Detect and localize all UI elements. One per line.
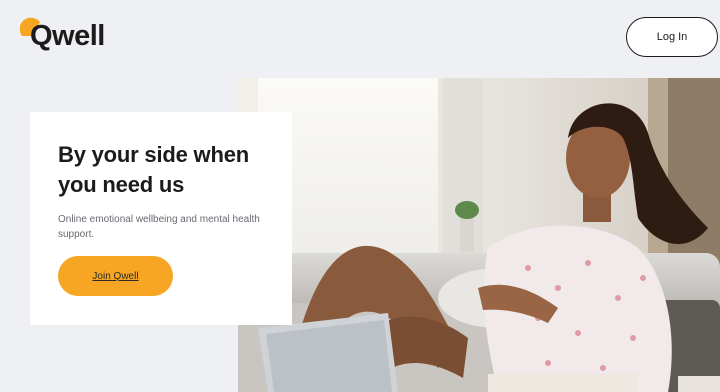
site-header: Qwell Log In (0, 0, 720, 78)
hero-title-line-2: you need us (58, 172, 185, 197)
brand-name: Qwell (30, 20, 105, 52)
hero-subtitle: Online emotional wellbeing and mental he… (58, 214, 260, 240)
hero-card: By your side when you need us Online emo… (30, 112, 292, 325)
hero-image (238, 78, 720, 392)
qwell-logo[interactable]: Qwell (20, 16, 105, 53)
join-qwell-button[interactable]: Join Qwell (58, 256, 173, 296)
hero-title-line-1: By your side when (58, 142, 249, 167)
login-button[interactable]: Log In (626, 17, 718, 57)
hero-title: By your side when you need us (58, 140, 266, 200)
